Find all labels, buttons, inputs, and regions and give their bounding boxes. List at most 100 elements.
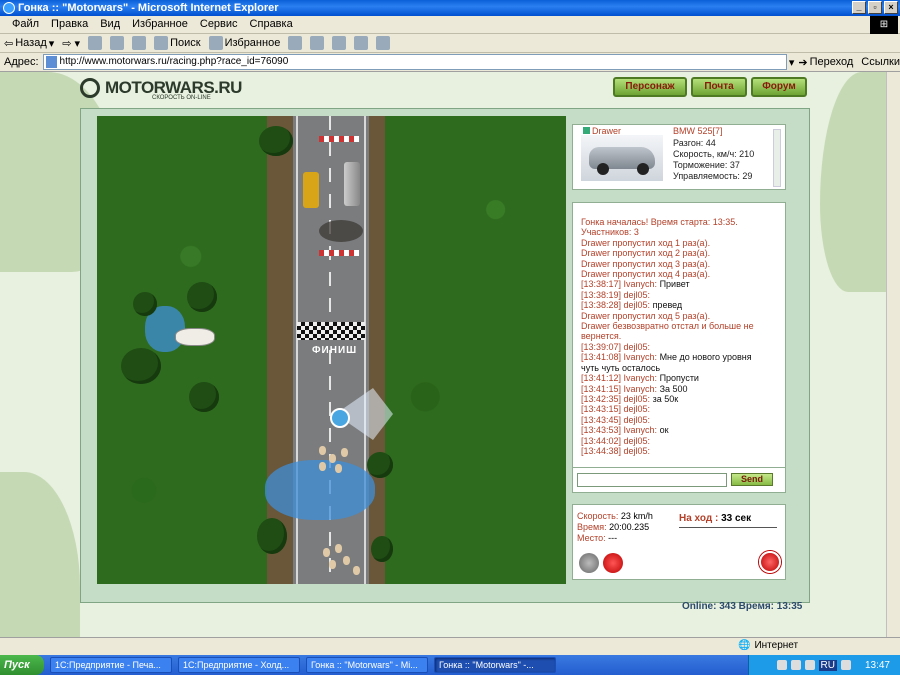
chat-message: Drawer безвозвратно отстал и больше не в… bbox=[581, 321, 757, 342]
close-button[interactable]: × bbox=[884, 1, 898, 14]
task-motorwars-2[interactable]: Гонка :: "Motorwars" -... bbox=[434, 657, 556, 673]
stop-button[interactable] bbox=[88, 36, 103, 50]
chat-message: [13:38:17] Ivanych: Привет bbox=[581, 279, 771, 289]
nitro-button[interactable] bbox=[579, 553, 599, 573]
edit-button[interactable] bbox=[354, 36, 369, 50]
sheep bbox=[335, 464, 342, 473]
language-indicator[interactable]: RU bbox=[818, 659, 837, 671]
chat-message-sender[interactable]: [13:39:07] dejl05: bbox=[581, 342, 650, 352]
minimize-button[interactable]: _ bbox=[852, 1, 866, 14]
history-button[interactable] bbox=[288, 36, 303, 50]
chat-message: [13:41:12] Ivanych: Пропусти bbox=[581, 373, 771, 383]
globe-icon: 🌐 bbox=[738, 640, 751, 651]
tanker-truck bbox=[344, 162, 360, 206]
barrier bbox=[319, 250, 359, 256]
start-button[interactable]: Пуск bbox=[0, 655, 44, 675]
stop-race-button[interactable] bbox=[759, 551, 781, 573]
chat-message-sender[interactable]: [13:43:53] Ivanych: bbox=[581, 425, 657, 435]
chat-message: [13:43:45] dejl05: bbox=[581, 415, 771, 425]
nav-mail-button[interactable]: Почта bbox=[691, 77, 747, 97]
car-photo bbox=[581, 135, 663, 181]
chat-message-sender[interactable]: [13:38:17] Ivanych: bbox=[581, 279, 657, 289]
page-icon bbox=[45, 56, 57, 68]
search-icon bbox=[154, 36, 169, 50]
chat-message-sender[interactable]: [13:38:28] dejl05: bbox=[581, 300, 650, 310]
home-button[interactable] bbox=[132, 36, 147, 50]
chat-message: [13:43:15] dejl05: bbox=[581, 404, 771, 414]
page-scrollbar[interactable] bbox=[886, 72, 900, 637]
page-viewport: MOTORWARS.RU СКОРОСТЬ ON-LINE Персонаж П… bbox=[0, 72, 886, 637]
cow bbox=[175, 328, 215, 346]
oil-slick bbox=[319, 220, 363, 242]
chat-message-sender[interactable]: [13:41:12] Ivanych: bbox=[581, 373, 657, 383]
history-icon bbox=[288, 36, 303, 50]
menu-help[interactable]: Справка bbox=[244, 16, 299, 33]
menu-view[interactable]: Вид bbox=[94, 16, 126, 33]
address-dropdown[interactable]: ▾ bbox=[789, 56, 795, 69]
time-value: 20:00.235 bbox=[609, 522, 650, 532]
tray-icon[interactable] bbox=[840, 660, 851, 670]
chat-message: Участников: 3 bbox=[581, 227, 639, 238]
chat-message-sender[interactable]: [13:43:15] dejl05: bbox=[581, 404, 650, 414]
chat-message-sender[interactable]: [13:41:08] Ivanych: bbox=[581, 352, 657, 362]
task-1c-print[interactable]: 1С:Предприятие - Печа... bbox=[50, 657, 172, 673]
tray-icon[interactable] bbox=[804, 660, 815, 670]
chat-message-sender[interactable]: [13:44:02] dejl05: bbox=[581, 436, 650, 446]
sheep bbox=[319, 462, 326, 471]
chat-message: [13:38:19] dejl05: bbox=[581, 290, 771, 300]
site-logo[interactable]: MOTORWARS.RU СКОРОСТЬ ON-LINE bbox=[80, 75, 270, 101]
links-button[interactable]: Ссылки bbox=[861, 56, 900, 68]
car-panel-scrollbar[interactable] bbox=[773, 129, 781, 187]
chat-message-text: Привет bbox=[657, 279, 690, 290]
star-icon bbox=[208, 36, 223, 50]
menu-file[interactable]: Файл bbox=[6, 16, 45, 33]
race-info-panel: Скорость: 23 km/h Время: 20:00.235 Место… bbox=[572, 504, 786, 580]
print-button[interactable] bbox=[332, 36, 347, 50]
maximize-button[interactable]: ▫ bbox=[868, 1, 882, 14]
bush bbox=[371, 536, 393, 562]
window-titlebar: Гонка :: "Motorwars" - Microsoft Interne… bbox=[0, 0, 900, 16]
search-button[interactable]: Поиск bbox=[154, 36, 201, 50]
horn-button[interactable] bbox=[603, 553, 623, 573]
chat-message-sender[interactable]: [13:44:38] dejl05: bbox=[581, 446, 650, 456]
forward-button[interactable]: ⇨ ▾ bbox=[62, 37, 80, 50]
chat-log: Гонка началась! Время старта: 13:35. Учас… bbox=[581, 217, 771, 456]
chat-message: Гонка началась! Время старта: 13:35. bbox=[581, 217, 738, 227]
go-button[interactable]: ➔ Переход bbox=[798, 56, 853, 69]
chat-message-sender[interactable]: [13:42:35] dejl05: bbox=[581, 394, 650, 404]
chat-message-sender[interactable]: [13:43:45] dejl05: bbox=[581, 415, 650, 425]
send-button[interactable]: Send bbox=[731, 473, 773, 486]
car-wheel bbox=[597, 163, 609, 175]
speed-label: Скорость: bbox=[577, 511, 619, 521]
address-input[interactable]: http://www.motorwars.ru/racing.php?race_… bbox=[42, 54, 787, 70]
task-1c-hold[interactable]: 1С:Предприятие - Холд... bbox=[178, 657, 300, 673]
discuss-button[interactable] bbox=[376, 36, 391, 50]
chat-message-sender[interactable]: [13:38:19] dejl05: bbox=[581, 290, 650, 300]
menu-edit[interactable]: Правка bbox=[45, 16, 94, 33]
task-motorwars-1[interactable]: Гонка :: "Motorwars" - Mi... bbox=[306, 657, 428, 673]
menu-favorites[interactable]: Избранное bbox=[126, 16, 194, 33]
speed-row: Скорость: 23 km/h bbox=[577, 511, 653, 522]
ie-icon bbox=[3, 2, 15, 14]
print-icon bbox=[332, 36, 347, 50]
turn-value: 33 сек bbox=[721, 513, 752, 524]
menu-tools[interactable]: Сервис bbox=[194, 16, 244, 33]
refresh-button[interactable] bbox=[110, 36, 125, 50]
favorites-button[interactable]: Избранное bbox=[208, 36, 280, 50]
mail-button[interactable] bbox=[310, 36, 325, 50]
sheep bbox=[319, 446, 326, 455]
player-car[interactable] bbox=[330, 408, 350, 428]
nav-character-button[interactable]: Персонаж bbox=[613, 77, 687, 97]
chat-message: [13:44:38] dejl05: bbox=[581, 446, 771, 456]
sheep bbox=[329, 454, 336, 463]
chat-message-input[interactable] bbox=[577, 473, 727, 487]
address-label: Адрес: bbox=[4, 56, 39, 68]
road-edge bbox=[364, 116, 366, 584]
zone-indicator: 🌐 Интернет bbox=[738, 640, 798, 651]
driver-icon bbox=[583, 127, 590, 134]
nav-forum-button[interactable]: Форум bbox=[751, 77, 807, 97]
chat-message-sender[interactable]: [13:41:15] Ivanych: bbox=[581, 384, 657, 394]
tray-icon[interactable] bbox=[776, 660, 787, 670]
back-button[interactable]: ⇦ Назад ▾ bbox=[4, 37, 54, 50]
tray-icon[interactable] bbox=[790, 660, 801, 670]
